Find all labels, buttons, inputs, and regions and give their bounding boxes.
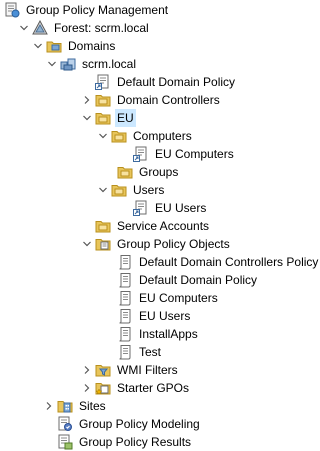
gpo-link-icon (133, 200, 149, 216)
tree-item-domains[interactable]: Domains (32, 37, 117, 55)
gpo-link-icon (95, 74, 111, 90)
tree-item-label: Domains (68, 39, 116, 53)
ou-folder-icon (111, 128, 127, 144)
tree-item-label: Group Policy Modeling (79, 417, 200, 431)
domain-icon (60, 56, 76, 72)
tree-item-label: EU Computers (139, 291, 218, 305)
tree-item-group-policy-results[interactable]: Group Policy Results (57, 433, 193, 451)
tree-item-eu-users-link[interactable]: EU Users (133, 199, 208, 217)
tree-item-label: EU (115, 109, 136, 127)
tree-item-label: EU Computers (155, 147, 234, 161)
chevron-down-icon[interactable] (18, 22, 30, 34)
gpo-scroll-icon (117, 290, 133, 306)
tree-item-label: Test (139, 345, 162, 359)
tree-item-label: EU Users (139, 309, 191, 323)
domains-folder-icon (46, 38, 62, 54)
modeling-icon (57, 416, 73, 432)
tree-item-label: Group Policy Results (79, 435, 192, 449)
tree-item-group-policy-objects[interactable]: Group Policy Objects (81, 235, 232, 253)
tree-item-domain[interactable]: scrm.local (46, 55, 138, 73)
gpo-scroll-icon (117, 326, 133, 342)
tree-item-users[interactable]: Users (97, 181, 166, 199)
tree-item-eu[interactable]: EU (81, 109, 136, 127)
tree-item-gpo[interactable]: EU Computers (117, 289, 220, 307)
gpo-container-icon (95, 236, 111, 252)
tree-item-group-policy-modeling[interactable]: Group Policy Modeling (57, 415, 202, 433)
tree-item-label: Computers (133, 129, 192, 143)
sites-icon (57, 398, 73, 414)
tree-item-gpo[interactable]: Default Domain Controllers Policy (117, 253, 320, 271)
tree-item-label: Service Accounts (117, 219, 210, 233)
tree-item-label: Default Domain Controllers Policy (139, 255, 319, 269)
tree-item-label: Default Domain Policy (139, 273, 258, 287)
tree-item-label: InstallApps (139, 327, 198, 341)
chevron-right-icon[interactable] (81, 94, 93, 106)
gpmc-console-icon (4, 2, 20, 18)
tree-item-gpo[interactable]: Test (117, 343, 163, 361)
gpo-scroll-icon (117, 254, 133, 270)
tree-item-label: Group Policy Objects (117, 237, 230, 251)
ou-folder-icon (117, 164, 133, 180)
tree-item-wmi-filters[interactable]: WMI Filters (81, 361, 180, 379)
tree-item-gpo[interactable]: InstallApps (117, 325, 200, 343)
tree-item-label: Users (133, 183, 165, 197)
tree-item-root[interactable]: Group Policy Management (4, 1, 170, 19)
tree-item-default-domain-policy-link[interactable]: Default Domain Policy (95, 73, 237, 91)
tree-item-computers[interactable]: Computers (97, 127, 194, 145)
tree-item-label: Starter GPOs (117, 381, 190, 395)
tree-item-label: Group Policy Management (26, 3, 169, 17)
gpo-link-icon (133, 146, 149, 162)
gpmc-tree: Group Policy Management Forest: scrm.loc… (0, 0, 318, 451)
chevron-down-icon[interactable] (32, 40, 44, 52)
tree-item-starter-gpos[interactable]: Starter GPOs (81, 379, 191, 397)
tree-item-eu-computers-link[interactable]: EU Computers (133, 145, 236, 163)
tree-item-gpo[interactable]: Default Domain Policy (117, 271, 259, 289)
tree-item-domain-controllers[interactable]: Domain Controllers (81, 91, 222, 109)
tree-item-sites[interactable]: Sites (43, 397, 108, 415)
chevron-right-icon[interactable] (43, 400, 55, 412)
starter-gpo-folder-icon (95, 380, 111, 396)
chevron-down-icon[interactable] (46, 58, 58, 70)
gpo-scroll-icon (117, 308, 133, 324)
gpo-scroll-icon (117, 272, 133, 288)
ou-folder-icon (95, 218, 111, 234)
tree-item-groups[interactable]: Groups (117, 163, 180, 181)
results-icon (57, 434, 73, 450)
forest-icon (32, 20, 48, 36)
tree-item-label: scrm.local (82, 57, 137, 71)
ou-folder-icon (95, 110, 111, 126)
tree-item-label: Forest: scrm.local (54, 21, 149, 35)
tree-item-forest[interactable]: Forest: scrm.local (18, 19, 151, 37)
chevron-down-icon[interactable] (97, 130, 109, 142)
wmi-filter-folder-icon (95, 362, 111, 378)
chevron-down-icon[interactable] (81, 112, 93, 124)
tree-item-label: Groups (139, 165, 179, 179)
tree-item-label: Domain Controllers (117, 93, 220, 107)
tree-item-label: Sites (79, 399, 106, 413)
gpo-scroll-icon (117, 344, 133, 360)
ou-folder-icon (111, 182, 127, 198)
chevron-right-icon[interactable] (81, 364, 93, 376)
ou-folder-icon (95, 92, 111, 108)
chevron-down-icon[interactable] (97, 184, 109, 196)
tree-item-label: Default Domain Policy (117, 75, 236, 89)
tree-item-label: WMI Filters (117, 363, 178, 377)
tree-item-label: EU Users (155, 201, 207, 215)
chevron-right-icon[interactable] (81, 382, 93, 394)
tree-item-service-accounts[interactable]: Service Accounts (95, 217, 211, 235)
tree-item-gpo[interactable]: EU Users (117, 307, 192, 325)
chevron-down-icon[interactable] (81, 238, 93, 250)
